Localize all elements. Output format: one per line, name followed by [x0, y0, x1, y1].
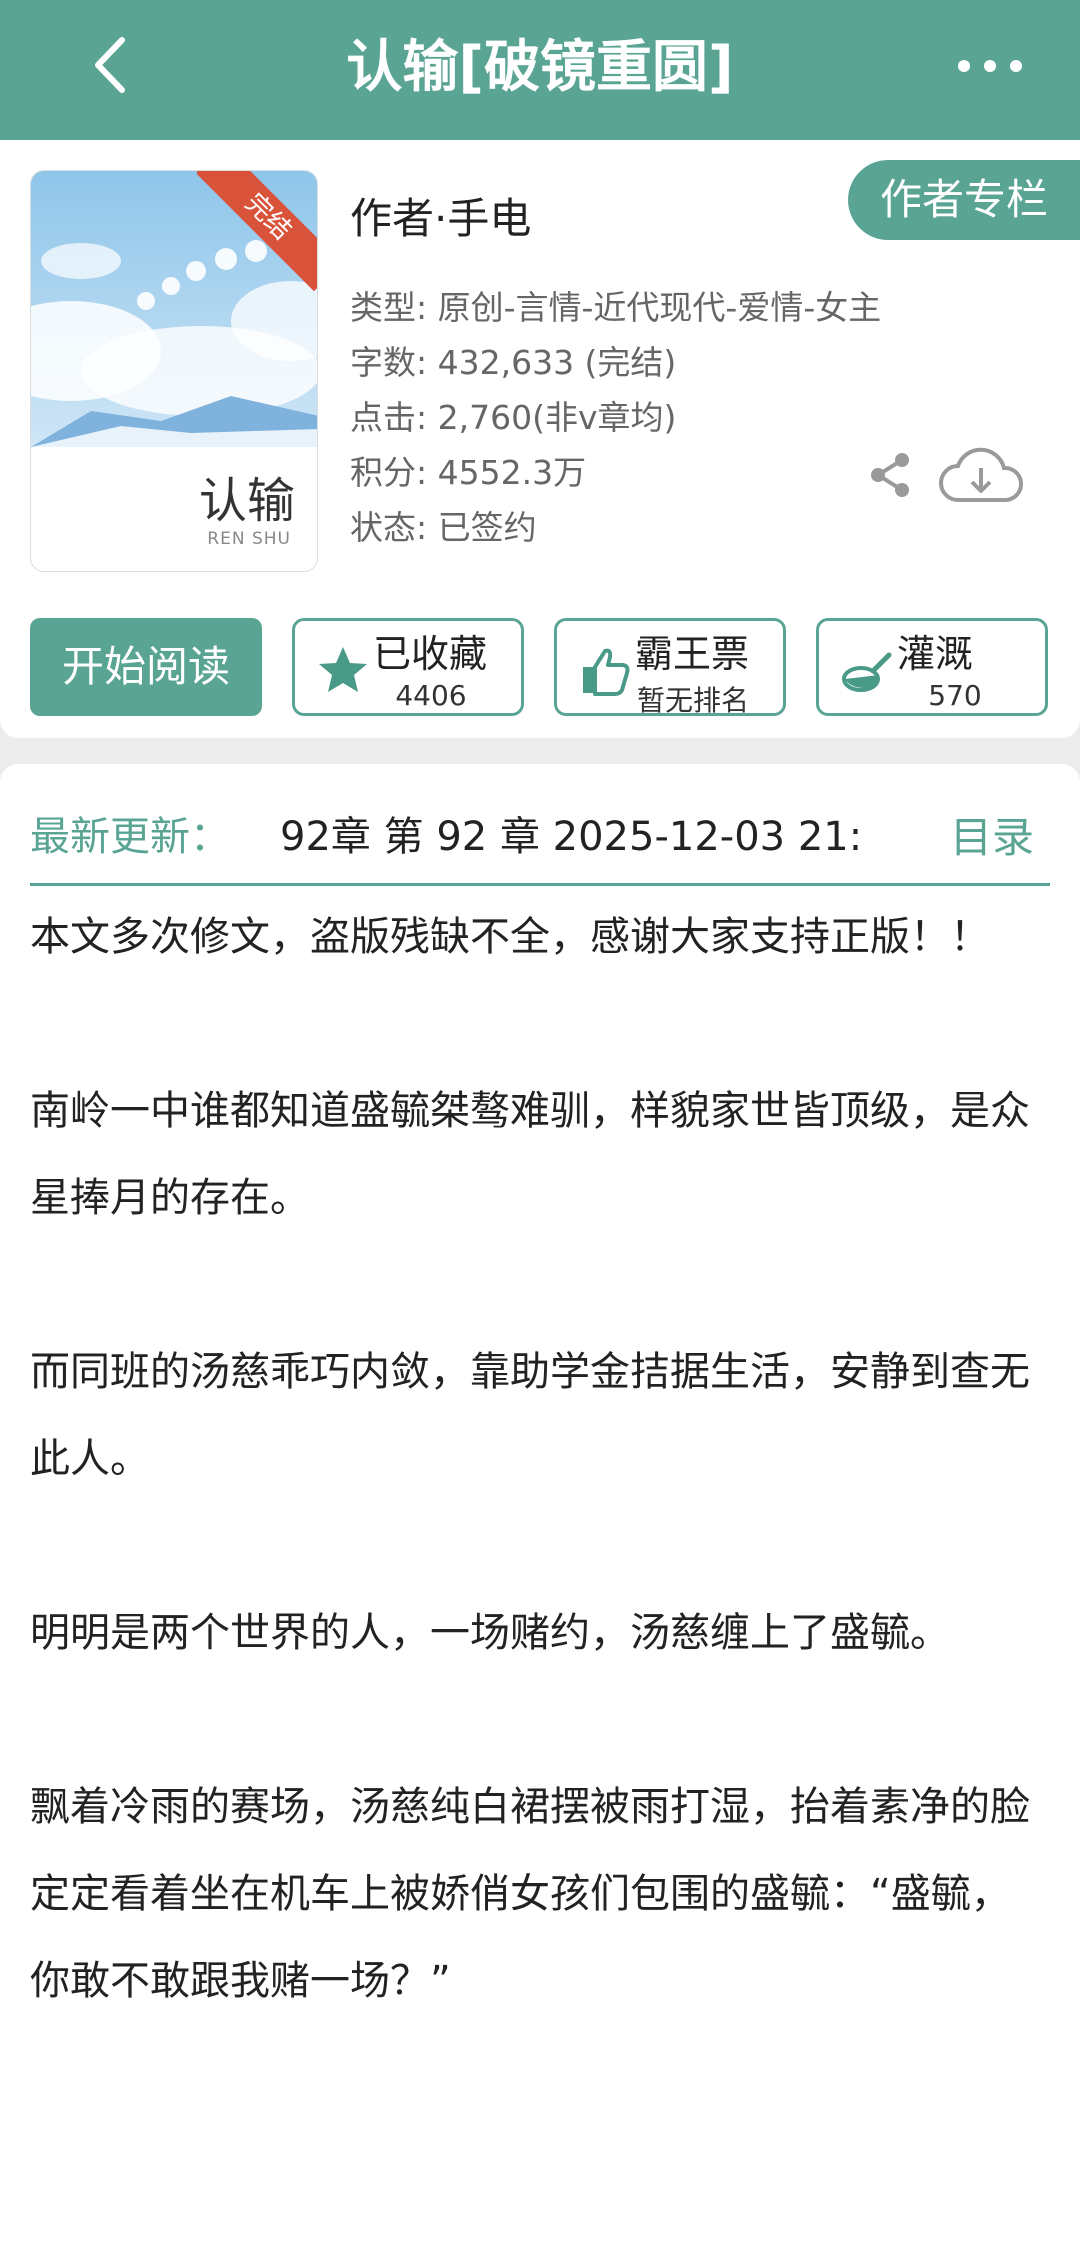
latest-update-row[interactable]: 最新更新： 92章 第 92 章 2025-12-03 21: 目录: [30, 794, 1050, 886]
page-title: 认输[破镜重圆]: [346, 35, 734, 100]
cloud-download-icon[interactable]: [938, 442, 1024, 508]
meta-clicks: 点击: 2,760(非v章均): [350, 398, 677, 437]
description-paragraph: 明明是两个世界的人，一场赌约，汤慈缠上了盛毓。: [30, 1610, 950, 1656]
meta-genre: 类型: 原创-言情-近代现代-爱情-女主: [350, 288, 882, 327]
author-name[interactable]: 作者·手电: [350, 185, 531, 246]
latest-update-text[interactable]: 92章 第 92 章 2025-12-03 21:: [280, 804, 900, 862]
collect-count: 4406: [395, 679, 467, 712]
vote-button[interactable]: 霸王票 暂无排名: [554, 618, 786, 717]
book-cover[interactable]: 完结 认输 REN SHU: [30, 170, 318, 572]
meta-score: 积分: 4552.3万: [350, 453, 587, 492]
meta-status: 状态: 已签约: [350, 508, 537, 547]
vote-rank: 暂无排名: [636, 684, 749, 717]
collect-label: 已收藏: [373, 632, 488, 676]
book-description: 本文多次修文，盗版残缺不全，感谢大家支持正版！！ 南岭一中谁都知道盛毓桀骜难驯，…: [30, 894, 1050, 2112]
toc-link[interactable]: 目录: [950, 804, 1034, 865]
description-paragraph: 而同班的汤慈乖巧内敛，靠助学金拮据生活，安静到查无此人。: [30, 1349, 1030, 1482]
nutrient-count: 570: [928, 679, 982, 712]
author-column-button[interactable]: 作者专栏: [848, 160, 1080, 240]
top-bar: 认输[破镜重圆]: [0, 0, 1080, 140]
collect-button[interactable]: 已收藏 4406: [292, 618, 524, 716]
nutrient-label: 灌溉: [897, 632, 974, 676]
more-dots-icon[interactable]: [950, 44, 1030, 88]
meta-word-count: 字数: 432,633 (完结): [350, 343, 677, 382]
cover-subtitle: REN SHU: [207, 529, 291, 549]
share-icon[interactable]: [866, 450, 914, 500]
description-paragraph: 南岭一中谁都知道盛毓桀骜难驯，样貌家世皆顶级，是众星捧月的存在。: [30, 1088, 1030, 1221]
description-paragraph: 飘着冷雨的赛场，汤慈纯白裙摆被雨打湿，抬着素净的脸定定看着坐在机车上被娇俏女孩们…: [30, 1784, 1030, 2004]
latest-update-label: 最新更新：: [30, 814, 230, 860]
chevron-left-icon[interactable]: [80, 30, 140, 100]
nutrient-button[interactable]: 灌溉 570: [816, 618, 1048, 716]
start-reading-button[interactable]: 开始阅读: [30, 618, 262, 716]
description-card: 最新更新： 92章 第 92 章 2025-12-03 21: 目录 本文多次修…: [0, 764, 1080, 2244]
vote-label: 霸王票: [635, 632, 750, 676]
description-paragraph: 本文多次修文，盗版残缺不全，感谢大家支持正版！！: [30, 914, 990, 960]
book-meta: 类型: 原创-言情-近代现代-爱情-女主 字数: 432,633 (完结) 点击…: [350, 280, 881, 555]
completed-ribbon: 完结: [197, 171, 317, 291]
book-info-card: 完结 认输 REN SHU 作者·手电 作者专栏 类型: 原创-言情-近代现代-…: [0, 140, 1080, 738]
cover-title: 认输: [198, 473, 295, 529]
